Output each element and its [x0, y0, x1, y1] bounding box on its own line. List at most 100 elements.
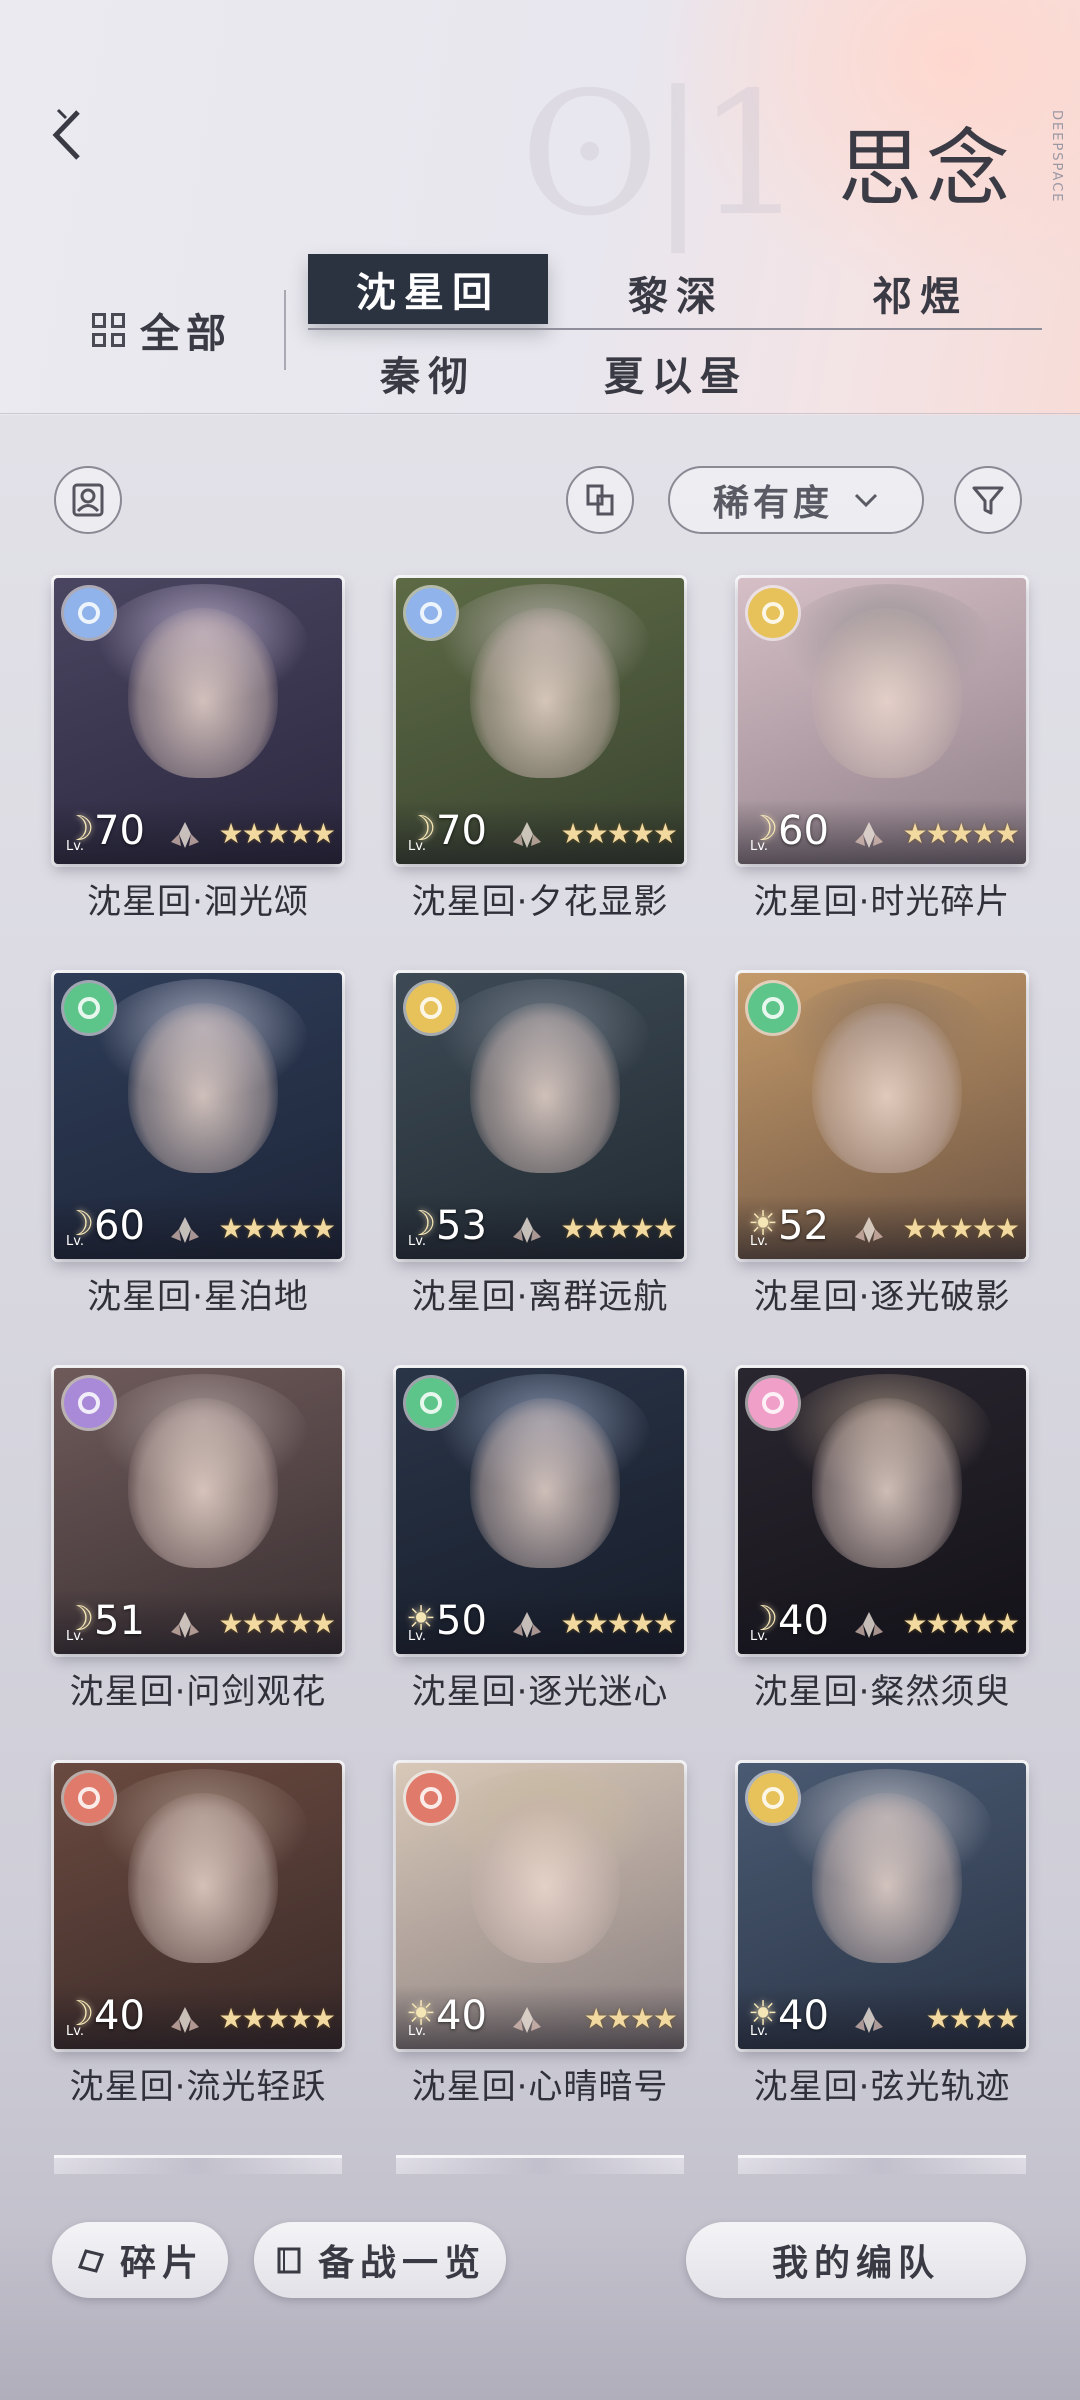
- rarity-stars: ★★★★★: [560, 1212, 678, 1245]
- funnel-icon: [972, 486, 1004, 515]
- memory-card-name: 沈星回·离群远航: [411, 1277, 669, 1317]
- fragments-label: 碎片: [119, 2243, 204, 2284]
- card-level: 53: [436, 1203, 487, 1249]
- fragments-button[interactable]: 碎片: [52, 2222, 228, 2298]
- level-prefix: Lv.: [750, 2024, 769, 2039]
- page-title: 思念: [837, 120, 1014, 218]
- character-portrait: [470, 608, 620, 778]
- rarity-stars: ★★★★★: [218, 1607, 336, 1640]
- level-prefix: Lv.: [750, 839, 769, 854]
- attribute-badge-icon: [406, 1378, 456, 1428]
- card-level: 60: [778, 808, 829, 854]
- portrait-button[interactable]: [54, 466, 122, 534]
- character-portrait: [470, 1398, 620, 1568]
- memory-card[interactable]: ☽ Lv. 70 ★★★★★: [396, 578, 684, 864]
- level-prefix: Lv.: [408, 1234, 427, 1249]
- prepare-overview-label: 备战一览: [317, 2243, 486, 2284]
- level-prefix: Lv.: [750, 1234, 769, 1249]
- tab-shen-xinghui[interactable]: 沈星回: [308, 254, 548, 324]
- memory-card[interactable]: ☽ Lv. 40 ★★★★★: [738, 1368, 1026, 1654]
- tab-li-shen[interactable]: 黎深: [556, 258, 796, 328]
- attribute-badge-icon: [64, 588, 114, 638]
- evolve-gem-icon: [513, 822, 541, 848]
- rarity-stars: ★★★★★: [560, 1607, 678, 1640]
- rarity-stars: ★★★★: [925, 2002, 1020, 2035]
- chevron-down-icon: [854, 493, 878, 508]
- memory-card-name: 沈星回·弦光轨迹: [753, 2067, 1011, 2107]
- memory-card[interactable]: ☽ Lv. 60 ★★★★★: [738, 578, 1026, 864]
- swap-icon: [586, 484, 614, 516]
- level-prefix: Lv.: [408, 1629, 427, 1644]
- memory-card[interactable]: ☀ Lv. 40 ★★★★: [396, 1763, 684, 2049]
- level-prefix: Lv.: [66, 1234, 85, 1249]
- attribute-badge-icon: [406, 1773, 456, 1823]
- card-level: 52: [778, 1203, 829, 1249]
- tab-xia-yizhou[interactable]: 夏以昼: [556, 338, 796, 408]
- character-portrait: [470, 1793, 620, 1963]
- tab-qi-yu[interactable]: 祁煜: [800, 258, 1040, 328]
- evolve-gem-icon: [513, 1612, 541, 1638]
- sort-select[interactable]: 稀有度: [668, 466, 924, 534]
- back-button[interactable]: [40, 100, 100, 170]
- my-team-label: 我的编队: [771, 2243, 940, 2284]
- memory-card[interactable]: ☽ Lv. 53 ★★★★★: [396, 973, 684, 1259]
- memory-card[interactable]: ☽ Lv. 40 ★★★★★: [54, 1763, 342, 2049]
- book-icon: [277, 2247, 301, 2274]
- card-level: 50: [436, 1598, 487, 1644]
- memory-card[interactable]: ☽ Lv. 60 ★★★★★: [54, 973, 342, 1259]
- filter-all-button[interactable]: 全部: [92, 300, 232, 360]
- prepare-overview-button[interactable]: 备战一览: [254, 2222, 506, 2298]
- memory-card-name: 沈星回·粲然须臾: [753, 1672, 1011, 1712]
- card-level: 40: [778, 1993, 829, 2039]
- filter-button[interactable]: [954, 466, 1022, 534]
- rarity-stars: ★★★★★: [902, 817, 1020, 850]
- memory-card[interactable]: ☽ Lv. 70 ★★★★★: [54, 578, 342, 864]
- memory-card[interactable]: ☽ Lv. 51 ★★★★★: [54, 1368, 342, 1654]
- level-prefix: Lv.: [66, 1629, 85, 1644]
- level-prefix: Lv.: [66, 2024, 85, 2039]
- grid-icon: [92, 313, 126, 347]
- character-portrait: [812, 1003, 962, 1173]
- evolve-gem-icon: [855, 2007, 883, 2033]
- level-prefix: Lv.: [750, 1629, 769, 1644]
- memory-card-name: 沈星回·流光轻跃: [69, 2067, 327, 2107]
- attribute-badge-icon: [748, 1378, 798, 1428]
- character-portrait: [470, 1003, 620, 1173]
- level-prefix: Lv.: [66, 839, 85, 854]
- memory-card-name: 沈星回·逐光破影: [753, 1277, 1011, 1317]
- rarity-stars: ★★★★★: [902, 1212, 1020, 1245]
- memory-card[interactable]: ☀ Lv. 52 ★★★★★: [738, 973, 1026, 1259]
- character-portrait: [128, 1003, 278, 1173]
- rarity-stars: ★★★★★: [218, 817, 336, 850]
- brand-tag: DEEPSPACE: [1049, 110, 1064, 204]
- header-separator: [0, 413, 1080, 414]
- memory-card[interactable]: ☀ Lv. 50 ★★★★★: [396, 1368, 684, 1654]
- evolve-gem-icon: [855, 1612, 883, 1638]
- card-level: 51: [94, 1598, 145, 1644]
- memory-card-name: 沈星回·问剑观花: [69, 1672, 327, 1712]
- rarity-stars: ★★★★★: [560, 817, 678, 850]
- card-level: 60: [94, 1203, 145, 1249]
- rarity-stars: ★★★★★: [218, 1212, 336, 1245]
- evolve-gem-icon: [513, 1217, 541, 1243]
- memory-card-name: 沈星回·洄光颂: [87, 882, 309, 922]
- memory-card-name: 沈星回·星泊地: [87, 1277, 309, 1317]
- my-team-button[interactable]: 我的编队: [686, 2222, 1026, 2298]
- attribute-badge-icon: [64, 983, 114, 1033]
- attribute-badge-icon: [748, 1773, 798, 1823]
- portrait-frame-icon: [72, 483, 104, 517]
- card-level: 40: [436, 1993, 487, 2039]
- tab-qin-che[interactable]: 秦彻: [308, 338, 548, 408]
- card-level: 70: [94, 808, 145, 854]
- tab-underline: [308, 328, 1042, 330]
- character-portrait: [128, 1398, 278, 1568]
- character-portrait: [812, 1793, 962, 1963]
- filter-divider: [284, 290, 286, 370]
- layout-switch-button[interactable]: [566, 466, 634, 534]
- rarity-stars: ★★★★★: [902, 1607, 1020, 1640]
- rarity-stars: ★★★★★: [218, 2002, 336, 2035]
- memory-card[interactable]: ☀ Lv. 40 ★★★★: [738, 1763, 1026, 2049]
- evolve-gem-icon: [513, 2007, 541, 2033]
- fragment-icon: [77, 2249, 104, 2273]
- evolve-gem-icon: [171, 2007, 199, 2033]
